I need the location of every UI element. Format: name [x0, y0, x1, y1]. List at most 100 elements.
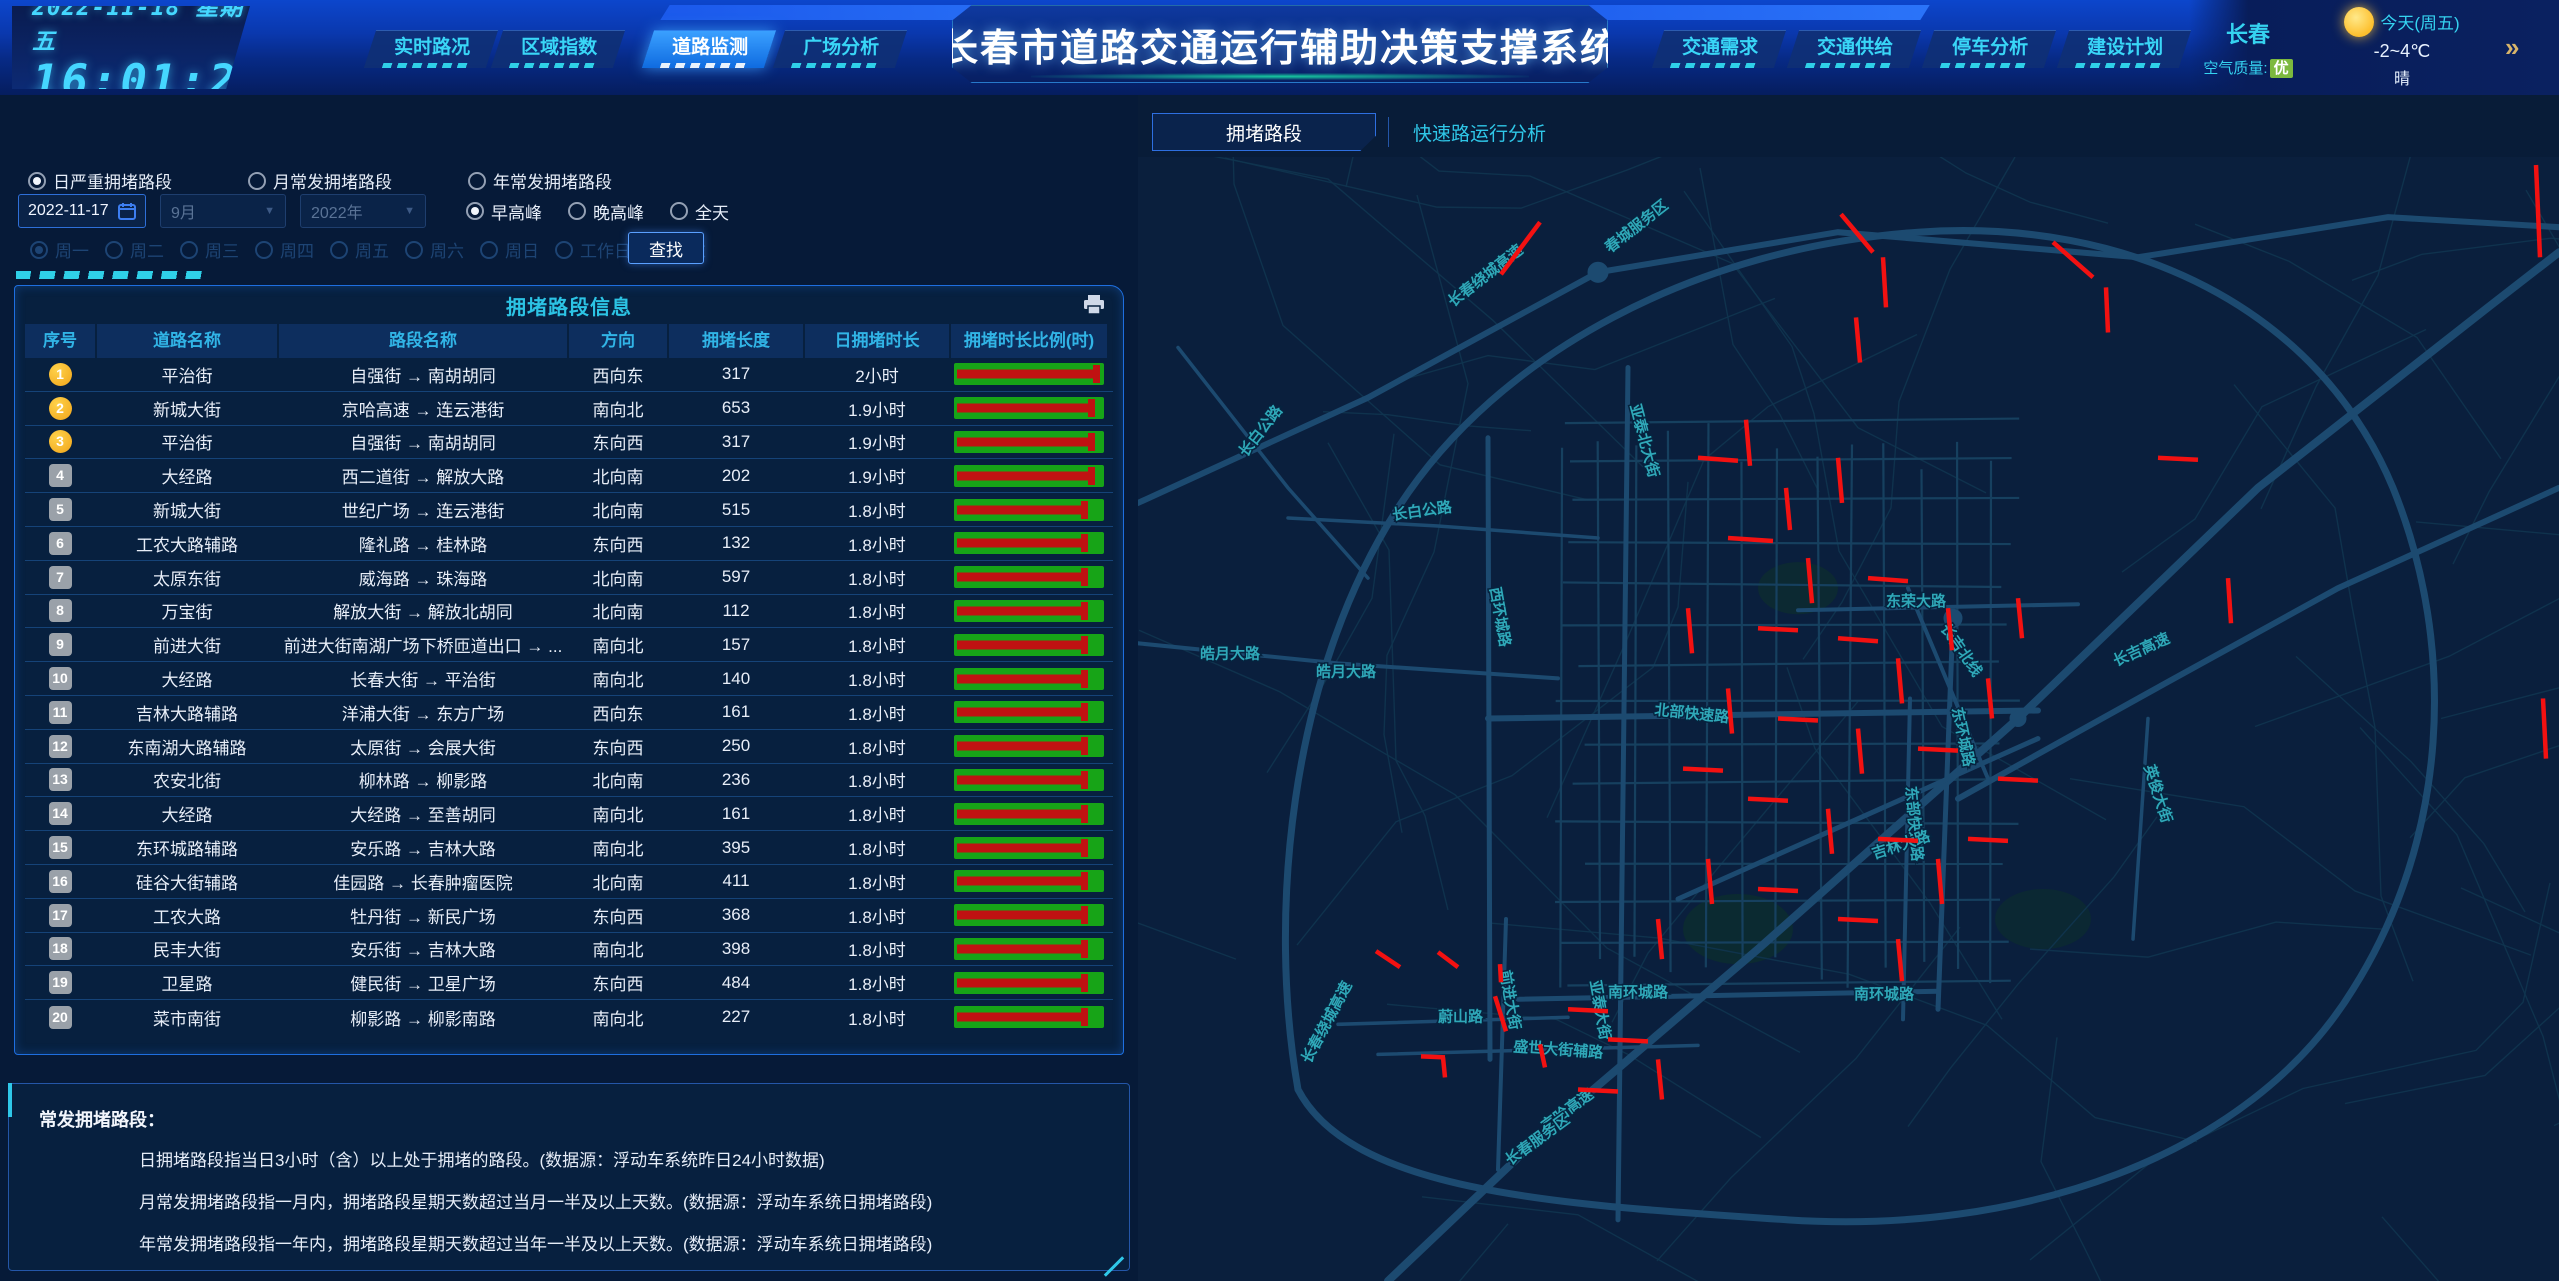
cell-length: 227	[669, 1007, 803, 1027]
nav-tab-right-2[interactable]: 交通供给	[1787, 30, 1921, 68]
congestion-segment	[1438, 952, 1458, 967]
table-row[interactable]: 12东南湖大路辅路太原街 → 会展大街东向西2501.8小时	[25, 730, 1113, 764]
cell-road: 东南湖大路辅路	[97, 734, 277, 759]
cell-length: 250	[669, 736, 803, 756]
cell-direction: 北向南	[569, 497, 667, 522]
ratio-bar-tick	[1088, 467, 1095, 485]
radio-type-2[interactable]: 月常发拥堵路段	[248, 168, 392, 193]
cell-direction: 东向西	[569, 734, 667, 759]
map-road-changji-expressway	[1958, 488, 2559, 799]
cell-segment: 佳园路 → 长春肿瘤医院	[279, 869, 567, 894]
cell-road: 新城大街	[97, 497, 277, 522]
ratio-bar-fill	[957, 978, 1081, 987]
table-row[interactable]: 6工农大路辅路隆礼路 → 桂林路东向西1321.8小时	[25, 527, 1113, 561]
map-road-minor	[1138, 908, 1236, 1132]
radio-type-1[interactable]: 日严重拥堵路段	[28, 168, 172, 193]
radio-period-3[interactable]: 全天	[670, 199, 729, 224]
ratio-bar-tick	[1081, 906, 1088, 924]
table-row[interactable]: 9前进大街前进大街南湖广场下桥匝道出口 → ...南向北1571.8小时	[25, 628, 1113, 662]
nav-tab-dashes	[1940, 63, 2028, 68]
table-row[interactable]: 11吉林大路辅路洋浦大街 → 东方广场西向东1611.8小时	[25, 696, 1113, 730]
radio-label: 日严重拥堵路段	[53, 168, 172, 193]
cell-segment: 大经路 → 至善胡同	[279, 801, 567, 826]
radio-period-1[interactable]: 早高峰	[466, 199, 542, 224]
map-parks	[1683, 562, 2091, 964]
congestion-segment	[1898, 939, 1902, 981]
ratio-bar	[954, 634, 1104, 656]
cell-duration: 1.8小时	[805, 1005, 949, 1030]
congestion-segment	[1918, 749, 1958, 751]
cell-length: 597	[669, 567, 803, 587]
nav-tab-right-4[interactable]: 建设计划	[2057, 30, 2191, 68]
table-row[interactable]: 1平治街自强街 → 南胡胡同西向东3172小时	[25, 358, 1113, 392]
ratio-bar-fill	[957, 742, 1081, 751]
nav-tab-1[interactable]: 实时路况	[364, 30, 498, 68]
date-picker[interactable]: 2022-11-17	[18, 194, 146, 228]
year-value: 2022年	[311, 199, 363, 223]
radio-type-3[interactable]: 年常发拥堵路段	[468, 168, 612, 193]
map-road-grid	[1568, 542, 2010, 544]
nav-tab-label: 广场分析	[803, 32, 879, 59]
cell-direction: 东向西	[569, 429, 667, 454]
table-row[interactable]: 13农安北街柳林路 → 柳影路北向南2361.8小时	[25, 764, 1113, 798]
cell-segment: 解放大街 → 解放北胡同	[279, 598, 567, 623]
map-road-minor	[2195, 224, 2501, 459]
radio-weekday-7: 周日	[480, 237, 539, 262]
printer-icon[interactable]	[1083, 295, 1105, 315]
nav-tab-3[interactable]: 道路监测	[642, 30, 776, 68]
calendar-icon	[118, 202, 136, 220]
notes-panel: 常发拥堵路段： 日拥堵路段指当日3小时（含）以上处于拥堵的路段。(数据源：浮动车…	[8, 1083, 1130, 1271]
table-row[interactable]: 18民丰大街安乐街 → 吉林大路南向北3981.8小时	[25, 933, 1113, 967]
nav-tab-label: 交通供给	[1817, 32, 1893, 59]
table-row[interactable]: 3平治街自强街 → 南胡胡同东向西3171.9小时	[25, 426, 1113, 460]
map-road-label: 南环城路	[1854, 985, 1915, 1003]
nav-tab-right-1[interactable]: 交通需求	[1652, 30, 1786, 68]
congestion-segment	[1878, 839, 1918, 841]
year-select[interactable]: 2022年 ▼	[300, 194, 426, 228]
map-road-minor	[1689, 157, 2108, 223]
congestion-segment	[2053, 242, 2093, 277]
nav-tab-2[interactable]: 区域指数	[491, 30, 625, 68]
table-row[interactable]: 2新城大街京哈高速 → 连云港街南向北6531.9小时	[25, 392, 1113, 426]
table-row[interactable]: 5新城大街世纪广场 → 连云港街北向南5151.8小时	[25, 493, 1113, 527]
table-row[interactable]: 16硅谷大街辅路佳园路 → 长春肿瘤医院北向南4111.8小时	[25, 865, 1113, 899]
cell-length: 157	[669, 635, 803, 655]
table-row[interactable]: 4大经路西二道街 → 解放大路北向南2021.9小时	[25, 459, 1113, 493]
nav-tab-4[interactable]: 广场分析	[773, 30, 907, 68]
cell-length: 132	[669, 533, 803, 553]
ratio-bar-tick	[1081, 805, 1088, 823]
map-panel: 拥堵路段 快速路运行分析	[1138, 95, 2559, 1281]
map-road-label: 南环城路	[1608, 983, 1669, 1001]
radio-period-2[interactable]: 晚高峰	[568, 199, 644, 224]
congestion-segment	[1746, 420, 1750, 466]
city-map[interactable]: 长春绕城高速春城服务区长白公路长白公路皓月大路皓月大路西环城路亚泰北大街北部快速…	[1138, 157, 2559, 1281]
table-row[interactable]: 17工农大路牡丹街 → 新民广场东向西3681.8小时	[25, 899, 1113, 933]
tab-congested-segments[interactable]: 拥堵路段	[1152, 113, 1376, 151]
ratio-bar	[954, 701, 1104, 723]
col-header-4: 方向	[569, 324, 667, 358]
table-row[interactable]: 15东环城路辅路安乐路 → 吉林大路南向北3951.8小时	[25, 831, 1113, 865]
month-select[interactable]: 9月 ▼	[160, 194, 286, 228]
cell-length: 411	[669, 871, 803, 891]
tab-expressway-analysis[interactable]: 快速路运行分析	[1413, 119, 1546, 146]
table-row[interactable]: 14大经路大经路 → 至善胡同南向北1611.8小时	[25, 797, 1113, 831]
nav-tab-right-3[interactable]: 停车分析	[1922, 30, 2056, 68]
ratio-bar	[954, 566, 1104, 588]
table-row[interactable]: 7太原东街威海路 → 珠海路北向南5971.8小时	[25, 561, 1113, 595]
cell-duration: 1.8小时	[805, 801, 949, 826]
table-row[interactable]: 20菜市南街柳影路 → 柳影南路南向北2271.8小时	[25, 1000, 1113, 1034]
map-road-minor	[1172, 157, 1588, 500]
cell-ratio	[951, 769, 1107, 791]
ratio-bar	[954, 532, 1104, 554]
table-row[interactable]: 19卫星路健民街 → 卫星广场东向西4841.8小时	[25, 966, 1113, 1000]
table-row[interactable]: 10大经路长春大街 → 平治街南向北1401.8小时	[25, 662, 1113, 696]
weather-more-arrow-icon[interactable]: »	[2505, 32, 2519, 63]
map-road-grid	[1572, 498, 2019, 500]
rank-badge: 4	[49, 464, 72, 487]
radio-icon	[255, 241, 273, 259]
map-road-label: 盛世大街辅路	[1513, 1037, 1605, 1061]
search-button[interactable]: 查找	[628, 232, 704, 264]
table-row[interactable]: 8万宝街解放大街 → 解放北胡同北向南1121.8小时	[25, 595, 1113, 629]
cell-segment: 安乐路 → 吉林大路	[279, 835, 567, 860]
ratio-bar-fill	[957, 944, 1081, 953]
